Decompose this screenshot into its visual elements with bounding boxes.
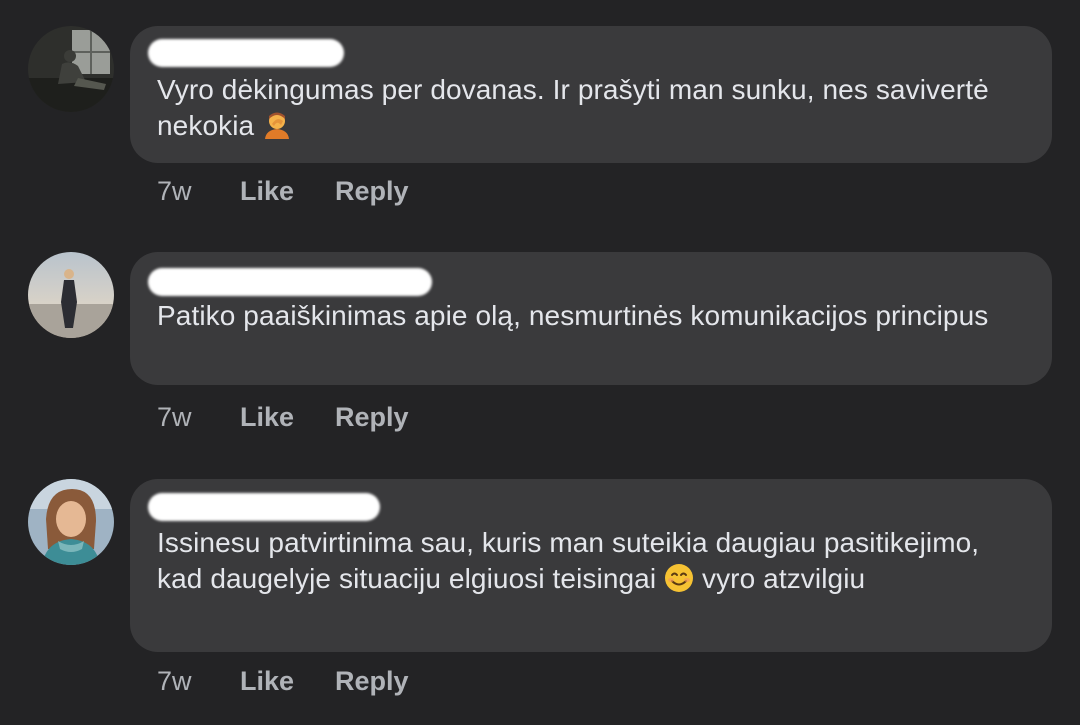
like-button[interactable]: Like [240,666,294,697]
avatar[interactable] [28,26,114,112]
like-button[interactable]: Like [240,402,294,433]
facepalm-emoji-icon [262,110,292,140]
comment-bubble: Patiko paaiškinimas apie olą, nesmurtinė… [130,252,1052,385]
comment-bubble: Issinesu patvirtinima sau, kuris man sut… [130,479,1052,652]
avatar-photo-icon [28,479,114,565]
reply-button[interactable]: Reply [335,666,409,697]
comment-time: 7w [157,402,192,432]
reply-button[interactable]: Reply [335,176,409,207]
avatar[interactable] [28,252,114,338]
avatar[interactable] [28,479,114,565]
like-button[interactable]: Like [240,176,294,207]
comment-body: Patiko paaiškinimas apie olą, nesmurtinė… [157,300,989,331]
avatar-photo-icon [28,26,114,112]
author-name-redacted[interactable] [148,493,380,521]
author-name-redacted[interactable] [148,39,344,67]
comment-time: 7w [157,666,192,696]
avatar-photo-icon [28,252,114,338]
smiling-face-emoji-icon [664,563,694,593]
comment-text: Patiko paaiškinimas apie olą, nesmurtinė… [157,298,1026,334]
comment-text: Issinesu patvirtinima sau, kuris man sut… [157,525,1026,597]
comment-body-end: vyro atzvilgiu [701,563,866,594]
comment-text: Vyro dėkingumas per dovanas. Ir prašyti … [157,72,1026,144]
author-name-redacted[interactable] [148,268,432,296]
comment-time: 7w [157,176,192,206]
reply-button[interactable]: Reply [335,402,409,433]
comment-bubble: Vyro dėkingumas per dovanas. Ir prašyti … [130,26,1052,163]
